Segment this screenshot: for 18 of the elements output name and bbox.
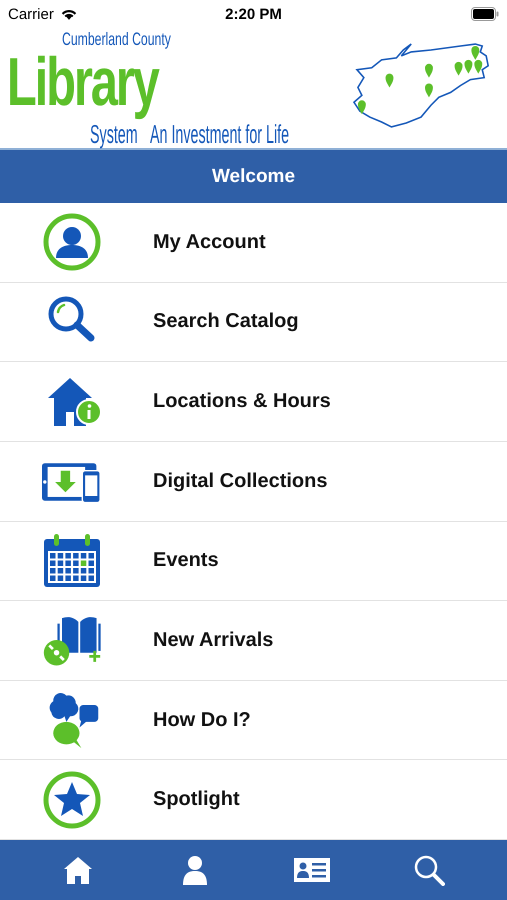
header-title: Welcome	[212, 166, 296, 188]
menu-item[interactable]: Digital Collections	[0, 442, 507, 522]
menu-item[interactable]: My Account	[0, 203, 507, 283]
search-icon[interactable]	[412, 854, 445, 886]
wifi-icon	[60, 7, 78, 21]
menu-item[interactable]: Events	[0, 522, 507, 602]
star-circle-icon	[42, 770, 102, 830]
home-icon[interactable]	[62, 854, 94, 886]
battery-icon	[470, 7, 499, 21]
status-time: 2:20 PM	[225, 6, 282, 22]
menu-item[interactable]: How Do I?	[0, 680, 507, 760]
logo-tagline: An Investment for Life	[150, 121, 290, 147]
menu-item[interactable]: Locations & Hours	[0, 362, 507, 442]
menu-item[interactable]: Search Catalog	[0, 282, 507, 362]
carrier-label: Carrier	[8, 6, 54, 22]
logo-system: System	[90, 121, 138, 147]
menu-item[interactable]: New Arrivals	[0, 601, 507, 681]
person-circle-icon	[42, 212, 102, 272]
